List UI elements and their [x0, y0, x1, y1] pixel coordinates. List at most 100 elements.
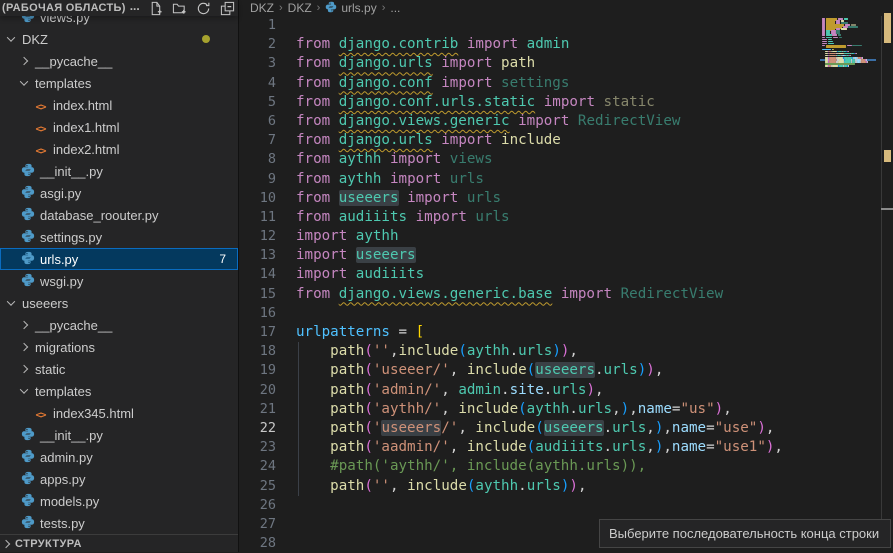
tree-item-label: __init__.py — [40, 164, 103, 179]
tree-item-index345-html[interactable]: <>index345.html — [0, 402, 238, 424]
line-number: 6 — [240, 112, 276, 131]
code-line-2[interactable]: 2from django.contrib import admin — [240, 35, 820, 54]
explorer-section-header: (РАБОЧАЯ ОБЛАСТЬ) ... — [0, 0, 238, 16]
tree-item-models-py[interactable]: models.py — [0, 490, 238, 512]
line-number: 24 — [240, 457, 276, 476]
breadcrumb-item[interactable]: DKZ — [288, 1, 312, 15]
statusbar-tooltip: Выберите последовательность конца строки — [599, 519, 891, 548]
code-line-12[interactable]: 12import aythh — [240, 227, 820, 246]
new-folder-icon[interactable] — [172, 1, 187, 16]
breadcrumb-item[interactable]: ... — [390, 1, 400, 15]
code-line-19[interactable]: 19 path('useeer/', include(useeers.urls)… — [240, 361, 820, 380]
code-line-17[interactable]: 17urlpatterns = [ — [240, 323, 820, 342]
code-line-23[interactable]: 23 path('aadmin/', include(audiiits.urls… — [240, 438, 820, 457]
tree-item-migrations[interactable]: migrations — [0, 336, 238, 358]
tree-item--init-py[interactable]: __init__.py — [0, 424, 238, 446]
python-file-icon — [20, 207, 35, 224]
code-line-21[interactable]: 21 path('aythh/', include(aythh.urls,),n… — [240, 400, 820, 419]
tree-item-asgi-py[interactable]: asgi.py — [0, 182, 238, 204]
breadcrumb-item[interactable]: urls.py — [325, 1, 376, 16]
outline-section-header[interactable]: СТРУКТУРА — [0, 534, 238, 552]
tree-item-templates[interactable]: templates — [0, 380, 238, 402]
tree-item-dkz[interactable]: DKZ — [0, 28, 238, 50]
tree-item-index1-html[interactable]: <>index1.html — [0, 116, 238, 138]
tree-item-label: database_roouter.py — [40, 208, 159, 223]
tree-item--pycache-[interactable]: __pycache__ — [0, 50, 238, 72]
python-file-icon — [20, 471, 35, 488]
workspace-title: (РАБОЧАЯ ОБЛАСТЬ) — [2, 2, 126, 14]
line-number: 16 — [240, 304, 276, 323]
breadcrumb-item[interactable]: DKZ — [250, 1, 274, 15]
html-file-icon: <> — [33, 98, 48, 113]
line-number: 2 — [240, 35, 276, 54]
refresh-icon[interactable] — [196, 1, 211, 16]
ruler-warning-mark — [884, 150, 891, 162]
tree-item--init-py[interactable]: __init__.py — [0, 160, 238, 182]
code-line-7[interactable]: 7from django.urls import include — [240, 131, 820, 150]
code-line-15[interactable]: 15from django.views.generic.base import … — [240, 285, 820, 304]
tree-item--pycache-[interactable]: __pycache__ — [0, 314, 238, 336]
code-line-25[interactable]: 25 path('', include(aythh.urls)), — [240, 477, 820, 496]
tree-item-settings-py[interactable]: settings.py — [0, 226, 238, 248]
code-line-3[interactable]: 3from django.urls import path — [240, 54, 820, 73]
tree-item-templates[interactable]: templates — [0, 72, 238, 94]
new-file-icon[interactable] — [148, 1, 163, 16]
line-number: 25 — [240, 477, 276, 496]
code-line-22[interactable]: 22 path('useeers/', include(useeers.urls… — [240, 419, 820, 438]
explorer-actions — [148, 1, 235, 16]
html-file-icon: <> — [33, 120, 48, 135]
line-number: 21 — [240, 400, 276, 419]
code-line-18[interactable]: 18 path('',include(aythh.urls)), — [240, 342, 820, 361]
python-file-icon — [20, 229, 35, 246]
collapse-all-icon[interactable] — [220, 1, 235, 16]
python-file-icon — [20, 273, 35, 290]
tree-item-label: static — [35, 362, 65, 377]
tree-item-wsgi-py[interactable]: wsgi.py — [0, 270, 238, 292]
tooltip-text: Выберите последовательность конца строки — [609, 526, 879, 541]
line-number: 7 — [240, 131, 276, 150]
tree-item-label: templates — [35, 76, 91, 91]
code-line-10[interactable]: 10from useeers import urls — [240, 189, 820, 208]
code-line-9[interactable]: 9from aythh import urls — [240, 170, 820, 189]
python-file-icon — [20, 251, 35, 268]
code-line-16[interactable]: 16 — [240, 304, 820, 323]
line-number: 27 — [240, 515, 276, 534]
tree-item-tests-py[interactable]: tests.py — [0, 512, 238, 534]
tree-item-label: migrations — [35, 340, 95, 355]
tree-item-admin-py[interactable]: admin.py — [0, 446, 238, 468]
line-number: 4 — [240, 74, 276, 93]
code-line-11[interactable]: 11from audiiits import urls — [240, 208, 820, 227]
tree-item-index2-html[interactable]: <>index2.html — [0, 138, 238, 160]
overview-ruler[interactable] — [881, 0, 893, 552]
html-file-icon: <> — [33, 142, 48, 157]
code-line-4[interactable]: 4from django.conf import settings — [240, 74, 820, 93]
tree-item-label: templates — [35, 384, 91, 399]
tree-item-database-roouter-py[interactable]: database_roouter.py — [0, 204, 238, 226]
code-line-13[interactable]: 13import useeers — [240, 246, 820, 265]
tree-item-useeers[interactable]: useeers — [0, 292, 238, 314]
code-area[interactable]: 12from django.contrib import admin3from … — [240, 16, 820, 552]
code-line-26[interactable]: 26 — [240, 496, 820, 515]
python-file-icon — [20, 493, 35, 510]
modified-dot — [202, 35, 210, 43]
line-number: 20 — [240, 381, 276, 400]
chevron-right-icon — [20, 343, 28, 351]
line-number: 15 — [240, 285, 276, 304]
line-number: 23 — [240, 438, 276, 457]
code-line-6[interactable]: 6from django.views.generic import Redire… — [240, 112, 820, 131]
code-line-20[interactable]: 20 path('admin/', admin.site.urls), — [240, 381, 820, 400]
more-actions-button[interactable]: ... — [130, 0, 140, 13]
ruler-cursor-mark — [881, 208, 893, 210]
tree-item-index-html[interactable]: <>index.html — [0, 94, 238, 116]
tree-item-apps-py[interactable]: apps.py — [0, 468, 238, 490]
tree-item-static[interactable]: static — [0, 358, 238, 380]
code-line-5[interactable]: 5from django.conf.urls.static import sta… — [240, 93, 820, 112]
code-line-8[interactable]: 8from aythh import views — [240, 150, 820, 169]
chevron-right-icon — [20, 365, 28, 373]
code-line-14[interactable]: 14import audiiits — [240, 265, 820, 284]
code-editor: DKZ›DKZ›urls.py›... 12from django.contri… — [240, 0, 893, 552]
minimap[interactable] — [820, 16, 876, 136]
tree-item-urls-py[interactable]: urls.py7 — [0, 248, 238, 270]
code-line-1[interactable]: 1 — [240, 16, 820, 35]
code-line-24[interactable]: 24 #path('aythh/', include(aythh.urls)), — [240, 457, 820, 476]
